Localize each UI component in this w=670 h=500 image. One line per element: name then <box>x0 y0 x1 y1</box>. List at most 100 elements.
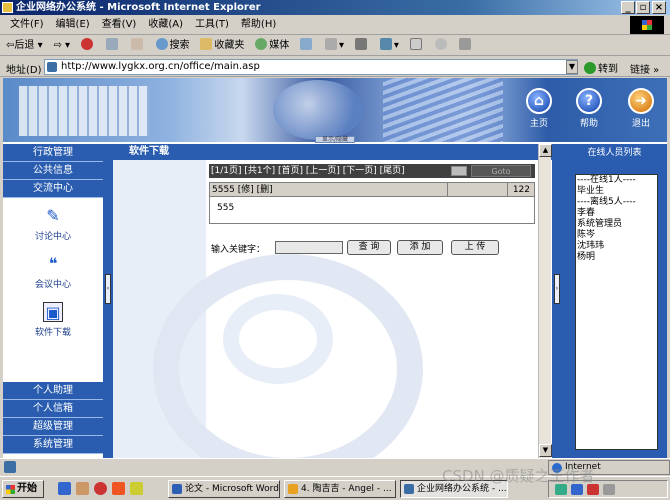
address-url: http://www.lygkx.org.cn/office/main.asp <box>61 61 260 72</box>
page-title: 软件下载 <box>113 144 552 160</box>
sidebar-item-personal-mail[interactable]: 个人信箱 <box>3 400 103 418</box>
toolbar: ⇦后退 ▾ ⇨ ▾ 搜索 收藏夹 媒体 ▾ ▾ <box>0 36 670 56</box>
collapse-left-handle[interactable]: ‹ <box>105 274 111 304</box>
question-mark-icon: ? <box>576 88 602 114</box>
list-item[interactable]: 沈玮玮 <box>577 241 657 252</box>
meeting-center-link[interactable]: ❝ 会议中心 <box>3 246 103 294</box>
menu-tools[interactable]: 工具(T) <box>189 15 235 35</box>
messenger-button[interactable] <box>431 36 453 56</box>
main-content: 软件下载 [1/1页] [共1个] [首页] [上一页] [下一页] [尾页] … <box>113 144 552 458</box>
watermark-overlay: CSDN @质疑之王作者 <box>442 467 595 485</box>
discuss-button[interactable] <box>406 36 428 56</box>
site-banner: ⌂ 主页 ? 帮助 ➜ 退出 显示/隐藏 <box>3 78 667 143</box>
task-word-label: 论文 - Microsoft Word <box>185 484 279 494</box>
pagination-links[interactable]: [1/1页] [共1个] [首页] [上一页] [下一页] [尾页] <box>211 166 405 176</box>
mail-icon <box>325 38 338 50</box>
start-button[interactable]: 开始 <box>2 480 44 498</box>
help-nav-button[interactable]: ? 帮助 <box>569 88 609 129</box>
software-download-link[interactable]: ▣ 软件下载 <box>3 294 103 342</box>
sidebar-item-system-admin[interactable]: 系统管理 <box>3 436 103 454</box>
menu-help[interactable]: 帮助(H) <box>235 15 282 35</box>
stop-button[interactable] <box>77 36 99 56</box>
cables-image <box>383 78 503 142</box>
collapse-right-handle[interactable]: › <box>554 274 560 304</box>
add-button[interactable]: 添 加 <box>397 240 443 255</box>
go-button[interactable]: 转到 <box>584 60 618 75</box>
media-label: 媒体 <box>269 40 290 51</box>
ie-icon <box>404 484 414 494</box>
content-scrollbar[interactable]: ▲ ▼ <box>538 144 552 458</box>
volume-tray-icon[interactable] <box>603 484 615 495</box>
address-dropdown-button[interactable]: ▼ <box>566 60 578 74</box>
sidebar-item-super-admin[interactable]: 超级管理 <box>3 418 103 436</box>
ie-quicklaunch-icon[interactable] <box>58 482 71 495</box>
menu-view[interactable]: 查看(V) <box>96 15 143 35</box>
music-player-icon <box>288 484 298 494</box>
media-icon <box>255 38 268 50</box>
menu-favorites[interactable]: 收藏(A) <box>142 15 189 35</box>
desktop-quicklaunch-icon[interactable] <box>76 482 89 495</box>
forward-button[interactable]: ⇨ ▾ <box>49 36 74 56</box>
scroll-up-button[interactable]: ▲ <box>539 144 552 157</box>
links-button[interactable]: 链接 » <box>630 61 659 76</box>
search-button[interactable]: 搜索 <box>152 36 194 56</box>
sidebar-item-personal-assistant[interactable]: 个人助理 <box>3 382 103 400</box>
scroll-down-button[interactable]: ▼ <box>539 444 552 457</box>
discuss-icon <box>409 38 422 50</box>
window-title-bar[interactable]: 企业网络办公系统 - Microsoft Internet Explorer _… <box>0 0 670 15</box>
task-word[interactable]: 论文 - Microsoft Word <box>168 480 280 498</box>
banner-toggle-tab[interactable]: 显示/隐藏 <box>315 136 355 143</box>
left-splitter[interactable]: ‹ <box>103 144 113 458</box>
favorites-button[interactable]: 收藏夹 <box>196 36 248 56</box>
keyword-input[interactable] <box>275 241 343 254</box>
media-button[interactable]: 媒体 <box>251 36 293 56</box>
tool-quicklaunch-icon[interactable] <box>130 482 143 495</box>
discussion-center-link[interactable]: ✎ 讨论中心 <box>3 198 103 246</box>
app-quicklaunch-icon[interactable] <box>94 482 107 495</box>
home-nav-button[interactable]: ⌂ 主页 <box>519 88 559 129</box>
building-image <box>19 86 149 136</box>
home-icon <box>130 38 143 50</box>
maximize-button[interactable]: ▫ <box>636 1 650 14</box>
online-users-title: 在线人员列表 <box>587 148 642 158</box>
menu-edit[interactable]: 编辑(E) <box>50 15 96 35</box>
history-button[interactable] <box>296 36 318 56</box>
sidebar-item-public-info[interactable]: 公共信息 <box>3 162 103 180</box>
query-button[interactable]: 查 询 <box>347 240 391 255</box>
home-button[interactable] <box>127 36 149 56</box>
go-label: 转到 <box>598 64 618 75</box>
minimize-button[interactable]: _ <box>621 1 635 14</box>
refresh-button[interactable] <box>102 36 124 56</box>
edit-button[interactable]: ▾ <box>376 36 403 56</box>
list-item[interactable]: 毕业生 <box>577 186 657 197</box>
right-splitter[interactable]: › <box>552 144 562 458</box>
sidebar-item-admin[interactable]: 行政管理 <box>3 144 103 162</box>
menu-file[interactable]: 文件(F) <box>0 15 50 35</box>
background-logo-inner <box>223 294 333 384</box>
upload-button[interactable]: 上 传 <box>451 240 499 255</box>
sidebar-item-exchange[interactable]: 交流中心 <box>3 180 103 198</box>
goto-button[interactable]: Goto <box>471 165 531 177</box>
list-item[interactable]: 杨明 <box>577 252 657 263</box>
start-label: 开始 <box>17 483 37 494</box>
address-input[interactable]: http://www.lygkx.org.cn/office/main.asp <box>44 59 578 75</box>
download-count: 122 <box>512 185 530 195</box>
mail-button[interactable]: ▾ <box>321 36 348 56</box>
go-arrow-icon <box>584 62 596 74</box>
list-item[interactable]: 李春 <box>577 208 657 219</box>
favorites-label: 收藏夹 <box>214 40 245 51</box>
logout-nav-button[interactable]: ➜ 退出 <box>621 88 661 129</box>
research-button[interactable] <box>455 36 477 56</box>
list-item[interactable]: 系统管理员 <box>577 219 657 230</box>
list-item[interactable]: 陈岑 <box>577 230 657 241</box>
online-users-list: ----在线1人---- 毕业生 ----离线5人---- 李春 系统管理员 陈… <box>575 174 658 450</box>
media-quicklaunch-icon[interactable] <box>112 482 125 495</box>
back-button[interactable]: ⇦后退 ▾ <box>0 36 47 56</box>
address-bar: 地址(D) http://www.lygkx.org.cn/office/mai… <box>0 57 670 77</box>
print-button[interactable] <box>351 36 373 56</box>
file-name-actions[interactable]: 5555 [修] [删] <box>212 185 273 195</box>
page-number-input[interactable] <box>451 166 467 176</box>
task-music[interactable]: 4. 陶吉吉 - Angel - ... <box>284 480 396 498</box>
pagination-bar: [1/1页] [共1个] [首页] [上一页] [下一页] [尾页] Goto <box>209 164 535 178</box>
close-button[interactable]: × <box>652 1 666 14</box>
